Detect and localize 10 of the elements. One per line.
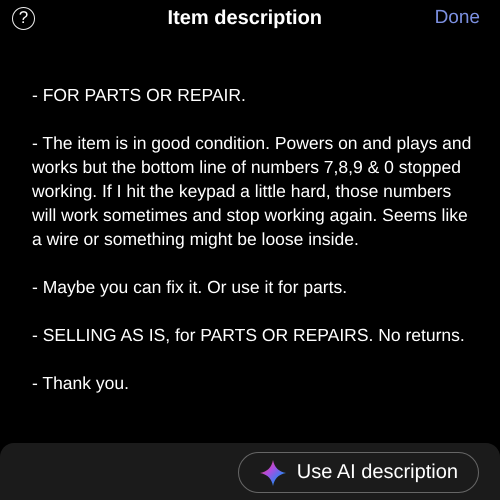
- screen-title: Item description: [168, 6, 322, 30]
- done-button[interactable]: Done: [434, 7, 480, 29]
- description-paragraph: - Maybe you can fix it. Or use it for parts.: [32, 276, 348, 299]
- help-icon[interactable]: ?: [12, 6, 35, 30]
- description-paragraph: - Thank you.: [32, 372, 130, 395]
- ai-description-button[interactable]: Use AI description: [238, 452, 479, 493]
- description-paragraph: - The item is in good condition. Powers on and plays and works but the bottom line of numbers 7,8,9 & 0 stopped working. If I hit the keypad a little hard, those numbers will work sometimes and stop working again. Seems like a wire or something might be loose inside.: [32, 132, 472, 251]
- description-paragraph: - SELLING AS IS, for PARTS OR REPAIRS. No returns.: [32, 324, 466, 347]
- sparkle-icon: [258, 458, 287, 486]
- description-paragraph: - FOR PARTS OR REPAIR.: [32, 84, 247, 107]
